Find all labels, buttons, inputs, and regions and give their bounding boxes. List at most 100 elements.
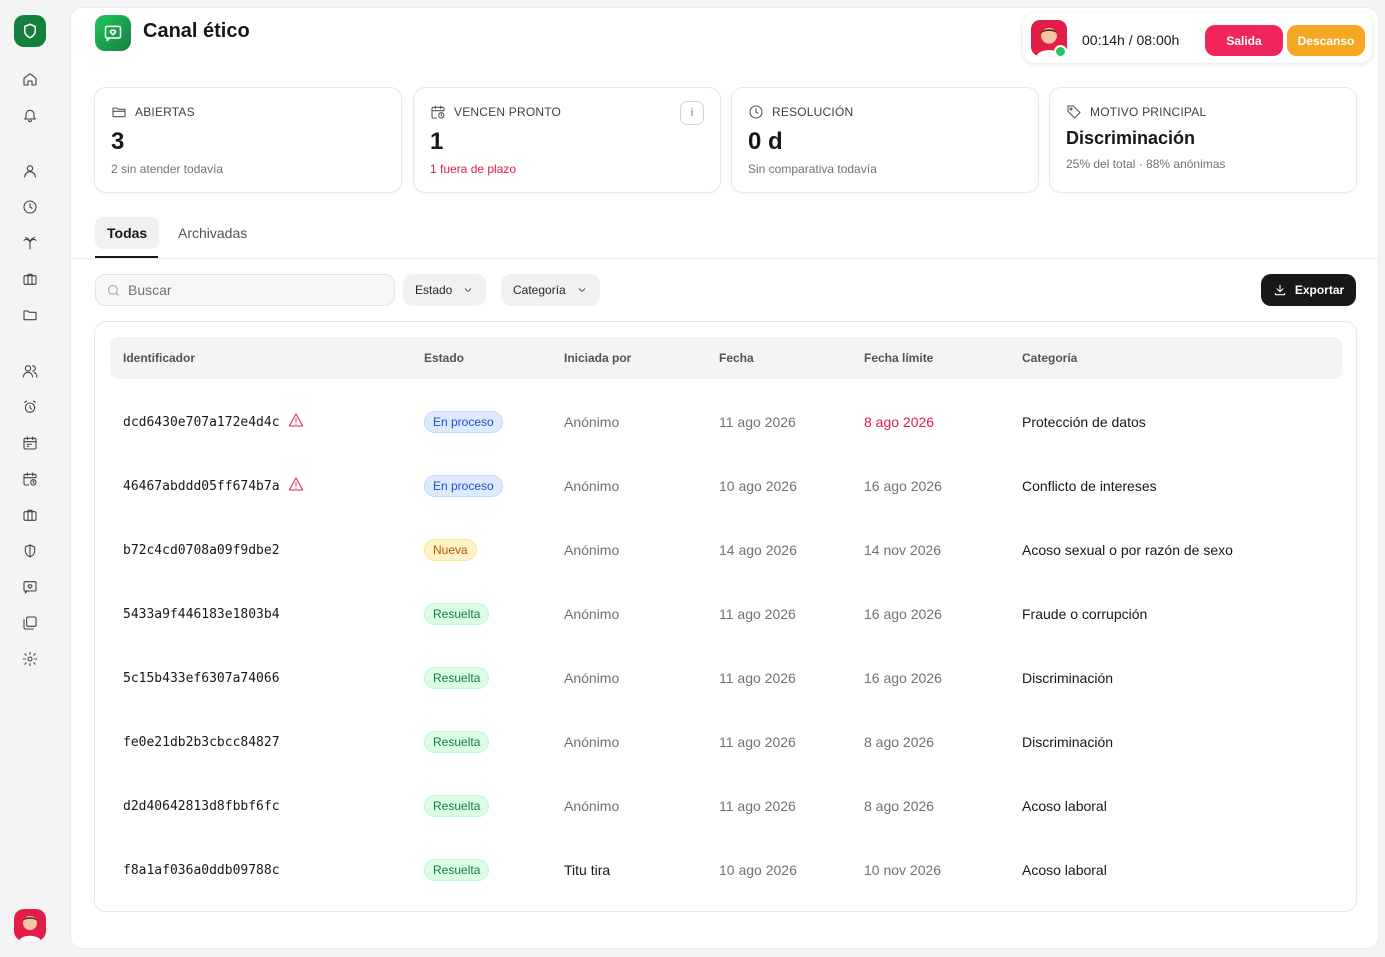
report-id[interactable]: fe0e21db2b3cbcc84827 bbox=[123, 710, 280, 774]
main-panel: Canal ético 00:14h / 08:00h Salida Desca… bbox=[70, 7, 1379, 949]
due-date: 16 ago 2026 bbox=[864, 606, 942, 622]
stat-sub: 1 fuera de plazo bbox=[430, 162, 517, 176]
initiated-by: Anónimo bbox=[564, 414, 620, 430]
user-avatar[interactable] bbox=[14, 909, 46, 941]
export-button[interactable]: Exportar bbox=[1261, 274, 1356, 306]
tabs-divider bbox=[71, 258, 1378, 259]
break-button[interactable]: Descanso bbox=[1287, 25, 1365, 56]
info-button[interactable]: i bbox=[680, 101, 704, 125]
stat-sub: Sin comparativa todavía bbox=[748, 162, 877, 176]
report-date: 11 ago 2026 bbox=[719, 670, 796, 686]
report-date: 10 ago 2026 bbox=[719, 478, 797, 494]
calendar-icon[interactable] bbox=[20, 433, 40, 453]
category: Protección de datos bbox=[1022, 414, 1146, 430]
report-id-text: dcd6430e707a172e4d4c bbox=[123, 414, 280, 430]
initiated-by: Anónimo bbox=[564, 798, 620, 814]
due-date: 16 ago 2026 bbox=[864, 478, 942, 494]
alarm-clock-icon[interactable] bbox=[20, 397, 40, 417]
message-heart-icon[interactable] bbox=[20, 577, 40, 597]
status-cell: En proceso bbox=[424, 390, 503, 454]
stat-label: VENCEN PRONTO bbox=[454, 105, 562, 119]
app-logo[interactable] bbox=[14, 15, 46, 47]
canal-etico-icon bbox=[95, 15, 131, 51]
elapsed-time: 00:14h / 08:00h bbox=[1082, 32, 1180, 48]
chevron-down-icon bbox=[465, 288, 472, 293]
calendar-clock-icon bbox=[430, 104, 446, 120]
status-cell: Resuelta bbox=[424, 582, 490, 646]
report-id[interactable]: 5c15b433ef6307a74066 bbox=[123, 646, 280, 710]
folder-icon[interactable] bbox=[20, 305, 40, 325]
report-date: 11 ago 2026 bbox=[719, 734, 796, 750]
report-id-text: b72c4cd0708a09f9dbe2 bbox=[123, 542, 280, 558]
report-id[interactable]: d2d40642813d8fbbf6fc bbox=[123, 774, 280, 838]
table-row[interactable]: f8a1af036a0ddb09788c Resuelta Titu tira 10 … bbox=[95, 838, 1358, 902]
table-row[interactable]: fe0e21db2b3cbcc84827 Resuelta Anónimo 11 ag… bbox=[95, 710, 1358, 774]
column-header[interactable]: Fecha límite bbox=[864, 351, 933, 365]
status-cell: En proceso bbox=[424, 454, 503, 518]
bell-icon[interactable] bbox=[20, 105, 40, 125]
building-icon[interactable] bbox=[20, 505, 40, 525]
clock-icon[interactable] bbox=[20, 197, 40, 217]
report-id[interactable]: 46467abddd05ff674b7a bbox=[123, 454, 304, 518]
export-label: Exportar bbox=[1294, 283, 1345, 297]
stat-label: ABIERTAS bbox=[135, 105, 195, 119]
stat-value: 0 d bbox=[748, 128, 783, 155]
files-icon[interactable] bbox=[20, 613, 40, 633]
column-header[interactable]: Estado bbox=[424, 351, 464, 365]
categoria-filter[interactable]: Categoría bbox=[501, 274, 600, 306]
column-header[interactable]: Iniciada por bbox=[564, 351, 631, 365]
table-row[interactable]: d2d40642813d8fbbf6fc Resuelta Anónimo 11 ag… bbox=[95, 774, 1358, 838]
shield-logo-icon bbox=[24, 23, 36, 39]
calendar-clock-icon[interactable] bbox=[20, 469, 40, 489]
report-id-text: d2d40642813d8fbbf6fc bbox=[123, 798, 280, 814]
status-cell: Resuelta bbox=[424, 710, 490, 774]
table-row[interactable]: b72c4cd0708a09f9dbe2 Nueva Anónimo 14 ago 2… bbox=[95, 518, 1358, 582]
initiated-by: Titu tira bbox=[564, 862, 611, 878]
online-status-dot bbox=[1054, 45, 1067, 58]
exit-button[interactable]: Salida bbox=[1205, 25, 1283, 56]
stat-label: MOTIVO PRINCIPAL bbox=[1090, 105, 1207, 119]
report-id[interactable]: dcd6430e707a172e4d4c bbox=[123, 390, 304, 454]
stat-label: RESOLUCIÓN bbox=[772, 105, 854, 119]
status-badge: En proceso bbox=[424, 475, 503, 497]
shield-icon[interactable] bbox=[20, 541, 40, 561]
column-header[interactable]: Identificador bbox=[123, 351, 195, 365]
status-cell: Nueva bbox=[424, 518, 477, 582]
status-cell: Resuelta bbox=[424, 838, 490, 902]
tab-todas[interactable]: Todas bbox=[95, 217, 160, 249]
report-date: 14 ago 2026 bbox=[719, 542, 797, 558]
stat-value: Discriminación bbox=[1066, 128, 1196, 148]
estado-filter[interactable]: Estado bbox=[403, 274, 487, 306]
initiated-by: Anónimo bbox=[564, 478, 620, 494]
status-cell: Resuelta bbox=[424, 646, 490, 710]
briefcase-icon[interactable] bbox=[20, 269, 40, 289]
column-header[interactable]: Categoría bbox=[1022, 351, 1077, 365]
report-id[interactable]: 5433a9f446183e1803b4 bbox=[123, 582, 280, 646]
status-badge: Resuelta bbox=[424, 795, 490, 817]
column-header[interactable]: Fecha bbox=[719, 351, 754, 365]
user-icon[interactable] bbox=[20, 161, 40, 181]
status-cell: Resuelta bbox=[424, 774, 490, 838]
category: Fraude o corrupción bbox=[1022, 606, 1148, 622]
table-row[interactable]: 46467abddd05ff674b7a En proceso Anónimo 10 … bbox=[95, 454, 1358, 518]
stat-card-motivo-principal: MOTIVO PRINCIPAL Discriminación 25% del … bbox=[1049, 87, 1357, 193]
report-date: 11 ago 2026 bbox=[719, 414, 796, 430]
table-row[interactable]: dcd6430e707a172e4d4c En proceso Anónimo 11 … bbox=[95, 390, 1358, 454]
report-date: 11 ago 2026 bbox=[719, 798, 796, 814]
tab-archivadas[interactable]: Archivadas bbox=[166, 217, 259, 249]
search-input[interactable] bbox=[128, 275, 388, 305]
download-icon bbox=[1274, 284, 1286, 296]
table-row[interactable]: 5433a9f446183e1803b4 Resuelta Anónimo 11 ag… bbox=[95, 582, 1358, 646]
settings-icon[interactable] bbox=[20, 649, 40, 669]
category: Acoso sexual o por razón de sexo bbox=[1022, 542, 1233, 558]
report-id[interactable]: b72c4cd0708a09f9dbe2 bbox=[123, 518, 280, 582]
home-icon[interactable] bbox=[20, 69, 40, 89]
category: Conflicto de intereses bbox=[1022, 478, 1157, 494]
table-row[interactable]: 5c15b433ef6307a74066 Resuelta Anónimo 11 ag… bbox=[95, 646, 1358, 710]
users-icon[interactable] bbox=[20, 361, 40, 381]
status-badge: Resuelta bbox=[424, 731, 490, 753]
due-date: 16 ago 2026 bbox=[864, 670, 942, 686]
report-id[interactable]: f8a1af036a0ddb09788c bbox=[123, 838, 280, 902]
status-badge: En proceso bbox=[424, 411, 503, 433]
palm-tree-icon[interactable] bbox=[20, 233, 40, 253]
